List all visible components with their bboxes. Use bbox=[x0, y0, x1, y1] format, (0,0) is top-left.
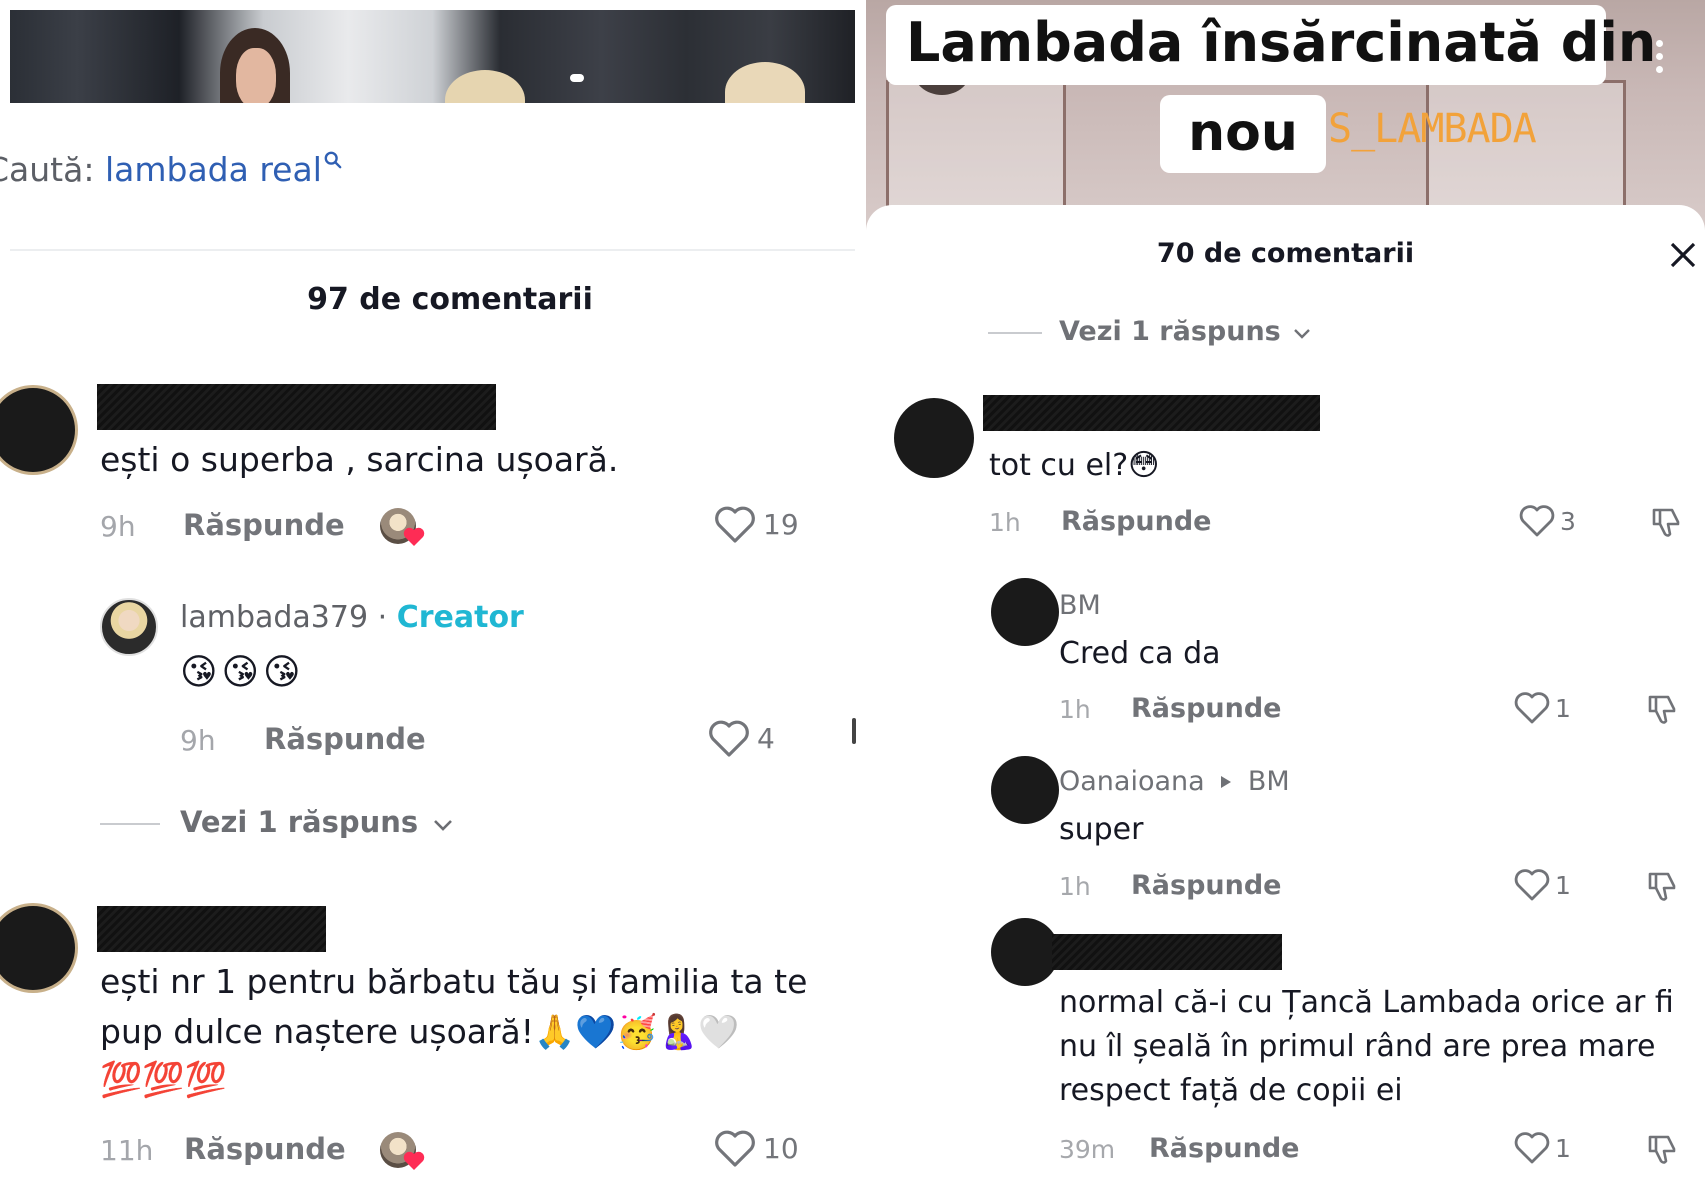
comment-time: 1h bbox=[989, 508, 1021, 537]
reply-button[interactable]: Răspunde bbox=[1131, 870, 1282, 901]
comment-text-line: respect față de copii ei bbox=[1059, 1073, 1403, 1108]
video-watermark: S_LAMBADA bbox=[1328, 106, 1537, 152]
heart-outline-icon[interactable] bbox=[1513, 867, 1551, 902]
like-count: 3 bbox=[1560, 507, 1576, 536]
heart-outline-icon[interactable] bbox=[1513, 1130, 1551, 1165]
like-count: 1 bbox=[1555, 871, 1571, 900]
thumbs-down-icon[interactable] bbox=[1644, 1131, 1680, 1167]
creator-heart-icon bbox=[403, 527, 425, 546]
view-replies-label[interactable]: Vezi 1 răspuns bbox=[180, 805, 418, 839]
heart-outline-icon[interactable] bbox=[707, 718, 751, 758]
avatar[interactable] bbox=[991, 918, 1059, 986]
like-count: 1 bbox=[1555, 1134, 1571, 1163]
reply-button[interactable]: Răspunde bbox=[1061, 506, 1212, 537]
redacted-username bbox=[97, 906, 326, 952]
creator-heart-icon bbox=[403, 1151, 425, 1170]
view-replies-label[interactable]: Vezi 1 răspuns bbox=[1059, 316, 1281, 347]
thumbs-down-icon[interactable] bbox=[1648, 504, 1684, 540]
video-background[interactable]: Lambada însărcinată din nou S_LAMBADA bbox=[866, 0, 1705, 230]
comment-text-line: pup dulce naștere ușoară!🙏💙🥳🤱🤍 bbox=[100, 1012, 740, 1051]
comment-time: 1h bbox=[1059, 872, 1091, 901]
creator-avatar[interactable] bbox=[100, 598, 158, 656]
comment-time: 9h bbox=[180, 724, 216, 757]
view-replies-line bbox=[100, 823, 160, 825]
reply-to-username[interactable]: BM bbox=[1248, 766, 1290, 797]
heart-outline-icon[interactable] bbox=[1518, 503, 1556, 538]
reply-button[interactable]: Răspunde bbox=[1149, 1133, 1300, 1164]
redacted-username bbox=[97, 384, 496, 430]
comment-text-line: nu îl șeală în primul rând are prea mare bbox=[1059, 1029, 1656, 1064]
comment-text: Cred ca da bbox=[1059, 636, 1221, 671]
username[interactable]: BM bbox=[1059, 590, 1101, 621]
heart-outline-icon[interactable] bbox=[713, 504, 757, 544]
reply-button[interactable]: Răspunde bbox=[183, 508, 345, 542]
like-count: 10 bbox=[763, 1132, 799, 1165]
person-silhouette bbox=[725, 62, 805, 103]
window-decor bbox=[886, 80, 1066, 220]
reply-button[interactable]: Răspunde bbox=[264, 722, 426, 756]
person-silhouette bbox=[445, 70, 525, 103]
right-screenshot: Lambada însărcinată din nou S_LAMBADA 70… bbox=[866, 0, 1705, 1199]
reply-header: Oanaioana BM bbox=[1059, 766, 1290, 797]
comment-text-line: normal că-i cu Țancă Lambada orice ar fi bbox=[1059, 985, 1674, 1020]
creator-badge: Creator bbox=[396, 600, 524, 635]
avatar[interactable] bbox=[0, 385, 78, 475]
comment-time: 39m bbox=[1059, 1135, 1116, 1164]
video-headline: Lambada însărcinată din bbox=[886, 5, 1656, 85]
search-term[interactable]: lambada real bbox=[105, 150, 322, 189]
heart-outline-icon[interactable] bbox=[1513, 690, 1551, 725]
search-suggestion[interactable]: Caută: lambada real bbox=[0, 150, 342, 189]
comments-count: 97 de comentarii bbox=[307, 282, 593, 317]
like-count: 4 bbox=[757, 722, 775, 755]
view-replies-line bbox=[988, 332, 1042, 334]
divider bbox=[10, 249, 855, 251]
close-icon[interactable] bbox=[1666, 238, 1700, 272]
left-screenshot: Caută: lambada real 97 de comentarii eșt… bbox=[0, 0, 860, 1199]
chevron-down-icon bbox=[1294, 329, 1311, 339]
thumbs-down-icon[interactable] bbox=[1644, 868, 1680, 904]
video-headline: nou bbox=[1160, 95, 1326, 173]
comment-time: 11h bbox=[100, 1134, 154, 1167]
comment-text-line: 💯💯💯 bbox=[100, 1060, 228, 1100]
reply-arrow-icon bbox=[1221, 776, 1232, 788]
like-count: 1 bbox=[1555, 694, 1571, 723]
light-reflection bbox=[570, 74, 584, 82]
redacted-username bbox=[1052, 934, 1282, 970]
view-replies-button[interactable]: Vezi 1 răspuns bbox=[1059, 316, 1312, 347]
search-label: Caută: bbox=[0, 150, 95, 189]
username[interactable]: Oanaioana bbox=[1059, 766, 1205, 797]
view-replies-button[interactable]: Vezi 1 răspuns bbox=[180, 805, 454, 839]
more-vertical-icon[interactable] bbox=[1656, 40, 1664, 79]
comment-time: 1h bbox=[1059, 695, 1091, 724]
comment-time: 9h bbox=[100, 510, 136, 543]
avatar[interactable] bbox=[0, 903, 78, 993]
thumbs-down-icon[interactable] bbox=[1644, 691, 1680, 727]
scroll-edge bbox=[852, 718, 856, 744]
heart-outline-icon[interactable] bbox=[713, 1128, 757, 1168]
comment-text: super bbox=[1059, 812, 1144, 847]
comments-count: 70 de comentarii bbox=[1156, 238, 1415, 269]
person-silhouette bbox=[220, 28, 290, 103]
avatar[interactable] bbox=[991, 578, 1059, 646]
like-count: 19 bbox=[763, 508, 799, 541]
avatar[interactable] bbox=[991, 756, 1059, 824]
reply-button[interactable]: Răspunde bbox=[1131, 693, 1282, 724]
comment-text: ești o superba , sarcina ușoară. bbox=[100, 440, 619, 479]
avatar[interactable] bbox=[894, 398, 974, 478]
comment-text: tot cu el?😳 bbox=[989, 448, 1160, 483]
reply-button[interactable]: Răspunde bbox=[184, 1132, 346, 1166]
separator: · bbox=[377, 600, 388, 635]
username[interactable]: lambada379 bbox=[180, 600, 368, 635]
creator-username[interactable]: lambada379 · Creator bbox=[180, 600, 524, 635]
comment-text-line: ești nr 1 pentru bărbatu tău și familia … bbox=[100, 962, 808, 1001]
video-thumbnail[interactable] bbox=[10, 10, 855, 103]
comment-text: 😘😘😘 bbox=[180, 652, 305, 693]
search-icon bbox=[324, 151, 342, 169]
chevron-down-icon bbox=[434, 820, 453, 831]
redacted-username bbox=[983, 395, 1320, 431]
